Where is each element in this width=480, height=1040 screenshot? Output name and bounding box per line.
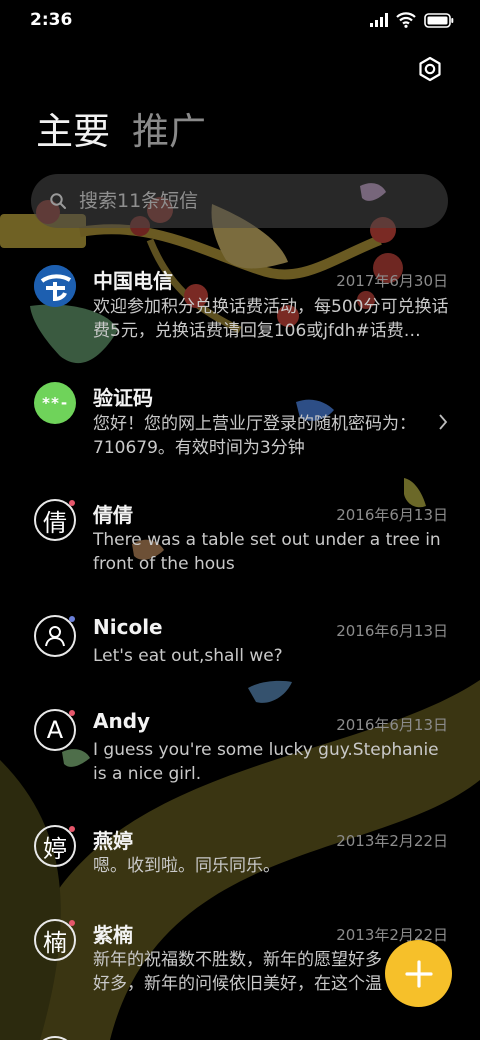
avatar: 楠 — [34, 919, 76, 961]
search-bar[interactable]: 搜索11条短信 — [31, 174, 448, 228]
avatar: 婷 — [34, 825, 76, 867]
message-preview: Let's eat out,shall we? — [93, 646, 283, 666]
message-date: 2016年6月13日 — [336, 622, 448, 640]
avatar: 倩 — [34, 499, 76, 541]
status-time: 2:36 — [30, 10, 73, 30]
unread-dot — [69, 920, 75, 926]
message-date: 2013年2月22日 — [336, 832, 448, 850]
conversation-row-partial[interactable] — [0, 1030, 480, 1040]
settings-button[interactable] — [416, 55, 444, 83]
conversation-row[interactable]: A Andy 2016年6月13日 I guess you're some lu… — [0, 702, 480, 798]
message-date: 2016年6月13日 — [336, 716, 448, 734]
tab-promotions[interactable]: 推广 — [132, 108, 206, 156]
search-icon — [50, 193, 66, 209]
signal-icon — [370, 13, 388, 27]
tab-primary[interactable]: 主要 — [36, 108, 110, 156]
unread-dot — [69, 710, 75, 716]
plus-icon — [404, 959, 433, 988]
avatar — [34, 1036, 76, 1040]
message-preview: 嗯。收到啦。同乐同乐。 — [93, 856, 280, 876]
avatar: A — [34, 709, 76, 751]
contact-name: Andy — [93, 709, 151, 733]
conversation-row[interactable]: 婷 燕婷 2013年2月22日 嗯。收到啦。同乐同乐。 — [0, 818, 480, 898]
battery-icon — [424, 12, 454, 28]
conversation-row[interactable]: **- 验证码 您好！您的网上营业厅登录的随机密码为：710679。有效时间为3… — [0, 375, 480, 471]
avatar-text: 婷 — [43, 834, 67, 863]
compose-button[interactable] — [385, 940, 452, 1007]
wifi-icon — [396, 12, 416, 28]
contact-name: 中国电信 — [93, 269, 173, 293]
contact-name: 紫楠 — [93, 923, 133, 947]
gear-icon — [419, 56, 441, 82]
contact-name: Nicole — [93, 615, 163, 639]
tab-bar: 主要 推广 — [36, 108, 206, 156]
search-placeholder: 搜索11条短信 — [79, 190, 199, 212]
conversation-row[interactable]: 中国电信 2017年6月30日 欢迎参加积分兑换话费活动，每500分可兑换话费5… — [0, 258, 480, 354]
contact-name: 验证码 — [93, 386, 153, 410]
message-preview: 欢迎参加积分兑换话费活动，每500分可兑换话费5元，兑换话费请回复106或jfd… — [93, 297, 449, 341]
messages-screen: 2:36 主要 推广 搜索11条短信 中国电信 2017年6月30日 欢迎参加积… — [0, 0, 480, 1040]
avatar: **- — [34, 382, 76, 424]
chevron-right-icon — [439, 414, 448, 430]
message-preview: I guess you're some lucky guy.Stephanie … — [93, 740, 439, 784]
message-date: 2016年6月13日 — [336, 506, 448, 524]
person-icon — [45, 626, 65, 647]
message-preview: 您好！您的网上营业厅登录的随机密码为：710679。有效时间为3分钟 — [93, 414, 416, 458]
unread-dot — [69, 616, 75, 622]
unread-dot — [69, 500, 75, 506]
unread-dot — [69, 826, 75, 832]
china-telecom-logo-icon — [34, 265, 76, 307]
conversation-row[interactable]: 倩 倩倩 2016年6月13日 There was a table set ou… — [0, 492, 480, 588]
conversation-list: 中国电信 2017年6月30日 欢迎参加积分兑换话费活动，每500分可兑换话费5… — [0, 0, 480, 1040]
avatar — [34, 615, 76, 657]
message-preview: 新年的祝福数不胜数，新年的愿望好多好多，新年的问候依旧美好，在这个温馨的时刻… — [93, 950, 382, 994]
status-bar: 2:36 — [0, 0, 480, 44]
message-date: 2017年6月30日 — [336, 272, 448, 290]
conversation-row[interactable]: Nicole 2016年6月13日 Let's eat out,shall we… — [0, 608, 480, 688]
status-icons — [370, 12, 454, 28]
avatar-text: 倩 — [43, 508, 67, 537]
message-preview: There was a table set out under a tree i… — [93, 530, 441, 574]
contact-name: 燕婷 — [93, 829, 133, 853]
contact-name: 倩倩 — [93, 503, 133, 527]
avatar-text: A — [46, 716, 64, 744]
avatar-text: **- — [41, 394, 69, 412]
avatar-text: 楠 — [43, 928, 67, 957]
avatar — [34, 265, 76, 307]
